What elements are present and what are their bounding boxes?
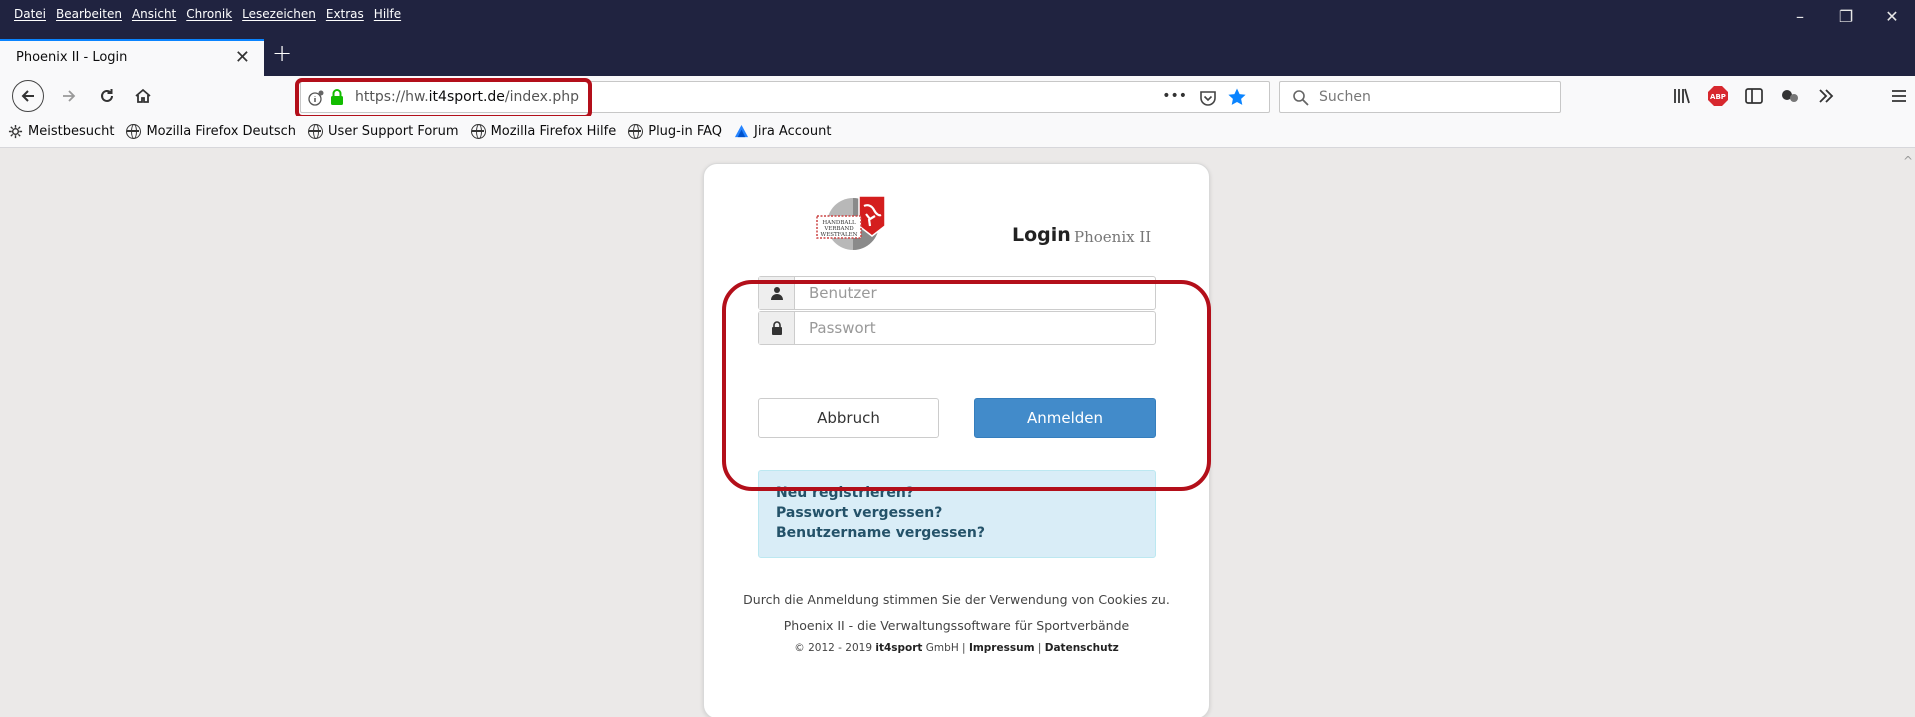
sidebar-icon[interactable] <box>1744 86 1764 106</box>
overflow-chevron-icon[interactable] <box>1816 86 1836 106</box>
reload-button[interactable] <box>94 80 120 112</box>
menu-bar: Datei Bearbeiten Ansicht Chronik Lesezei… <box>0 0 1915 33</box>
jira-icon <box>734 124 749 138</box>
bookmark-label: Jira Account <box>754 124 832 139</box>
login-card: HANDBALL VERBAND WESTFALEN Login Phoenix… <box>703 163 1210 717</box>
cancel-button[interactable]: Abbruch <box>758 398 939 438</box>
company-suffix: GmbH | <box>922 642 969 654</box>
lock-icon <box>771 321 782 335</box>
bookmark-user-support-forum[interactable]: User Support Forum <box>308 124 459 139</box>
page-actions-icon[interactable]: ••• <box>1162 88 1187 104</box>
impressum-link[interactable]: Impressum <box>969 642 1035 654</box>
back-button[interactable] <box>12 80 44 112</box>
url-domain: it4sport.de <box>428 89 505 105</box>
datenschutz-link[interactable]: Datenschutz <box>1045 642 1119 654</box>
navigation-bar: https://hw.it4sport.de/index.php ••• Suc… <box>0 76 1915 116</box>
handball-verband-westfalen-logo: HANDBALL VERBAND WESTFALEN <box>816 195 886 250</box>
hamburger-menu-icon[interactable] <box>1889 86 1909 106</box>
company-name: it4sport <box>875 642 923 654</box>
url-path: /index.php <box>504 89 580 105</box>
user-icon <box>770 287 783 300</box>
extension-icon[interactable] <box>1780 86 1800 106</box>
gear-icon <box>8 124 23 139</box>
bookmark-label: User Support Forum <box>328 124 459 139</box>
copyright-prefix: © 2012 - 2019 <box>794 642 876 654</box>
pocket-icon[interactable] <box>1199 89 1217 107</box>
login-subheading: Phoenix II <box>1074 228 1152 246</box>
username-field <box>758 276 1156 310</box>
globe-icon <box>308 124 324 139</box>
menu-ansicht[interactable]: Ansicht <box>132 7 176 21</box>
cookie-notice: Durch die Anmeldung stimmen Sie der Verw… <box>743 592 1170 607</box>
bookmark-most-visited[interactable]: Meistbesucht <box>8 124 114 139</box>
svg-text:WESTFALEN: WESTFALEN <box>821 232 858 238</box>
bookmark-label: Mozilla Firefox Deutsch <box>146 124 297 139</box>
bookmark-firefox-deutsch[interactable]: Mozilla Firefox Deutsch <box>126 124 296 139</box>
reload-icon <box>101 89 113 102</box>
bookmark-star-icon[interactable] <box>1227 87 1247 107</box>
tab-phoenix-login[interactable]: Phoenix II - Login ✕ <box>0 39 264 76</box>
login-heading: Login <box>1012 224 1071 246</box>
back-arrow-icon <box>21 90 34 102</box>
forgot-password-link[interactable]: Passwort vergessen? <box>776 503 1155 523</box>
url-bar[interactable]: https://hw.it4sport.de/index.php ••• <box>300 81 1270 113</box>
menu-lesezeichen[interactable]: Lesezeichen <box>242 7 316 21</box>
forward-arrow-icon <box>63 90 76 102</box>
page-content: ^ HANDBALL VERBAND WESTFALEN Login Phoen… <box>0 148 1915 717</box>
copyright-line: © 2012 - 2019 it4sport GmbH | Impressum … <box>704 642 1209 654</box>
globe-icon <box>126 124 142 139</box>
search-bar[interactable]: Suchen <box>1279 81 1561 113</box>
close-window-button[interactable]: ✕ <box>1869 0 1915 33</box>
window-controls: – ❐ ✕ <box>1777 0 1915 33</box>
globe-icon <box>470 124 486 139</box>
menu-hilfe[interactable]: Hilfe <box>374 7 401 21</box>
info-icon[interactable] <box>307 89 325 107</box>
url-text[interactable]: https://hw.it4sport.de/index.php <box>355 89 579 105</box>
new-tab-button[interactable]: + <box>272 39 292 67</box>
tab-title: Phoenix II - Login <box>16 50 128 65</box>
register-link[interactable]: Neu registrieren? <box>776 483 1155 503</box>
password-field <box>758 311 1156 345</box>
library-icon[interactable] <box>1672 86 1692 106</box>
lock-icon <box>331 89 343 105</box>
search-icon <box>1293 90 1309 106</box>
scroll-up-arrow-icon[interactable]: ^ <box>1903 154 1913 168</box>
tab-strip: Phoenix II - Login ✕ + <box>0 33 1915 76</box>
menu-items: Datei Bearbeiten Ansicht Chronik Lesezei… <box>14 7 401 21</box>
tab-close-icon[interactable]: ✕ <box>235 47 250 68</box>
menu-chronik[interactable]: Chronik <box>186 7 232 21</box>
user-addon <box>759 277 795 309</box>
bookmark-plugin-faq[interactable]: Plug-in FAQ <box>628 124 722 139</box>
search-placeholder: Suchen <box>1319 89 1371 105</box>
separator: | <box>1034 642 1045 654</box>
globe-icon <box>628 124 644 139</box>
bookmark-firefox-hilfe[interactable]: Mozilla Firefox Hilfe <box>470 124 617 139</box>
menu-datei[interactable]: Datei <box>14 7 46 21</box>
bookmark-jira-account[interactable]: Jira Account <box>734 124 831 139</box>
bookmark-label: Plug-in FAQ <box>648 124 723 139</box>
svg-text:ABP: ABP <box>1710 93 1726 101</box>
home-icon <box>135 88 151 103</box>
password-input[interactable] <box>795 312 1155 344</box>
forward-button[interactable] <box>56 80 82 112</box>
tagline: Phoenix II - die Verwaltungssoftware für… <box>783 618 1130 633</box>
help-links-box: Neu registrieren? Passwort vergessen? Be… <box>758 470 1156 558</box>
menu-bearbeiten[interactable]: Bearbeiten <box>56 7 122 21</box>
login-button[interactable]: Anmelden <box>974 398 1156 438</box>
minimize-button[interactable]: – <box>1777 0 1823 33</box>
bookmark-label: Meistbesucht <box>28 124 115 139</box>
forgot-username-link[interactable]: Benutzername vergessen? <box>776 523 1155 543</box>
password-addon <box>759 312 795 344</box>
restore-button[interactable]: ❐ <box>1823 0 1869 33</box>
url-prefix: https://hw. <box>355 89 429 105</box>
bookmark-label: Mozilla Firefox Hilfe <box>490 124 617 139</box>
adblock-icon[interactable]: ABP <box>1707 85 1729 107</box>
home-button[interactable] <box>130 80 156 112</box>
menu-extras[interactable]: Extras <box>326 7 364 21</box>
bookmarks-bar: Meistbesucht Mozilla Firefox Deutsch Use… <box>0 116 1915 148</box>
username-input[interactable] <box>795 277 1155 309</box>
